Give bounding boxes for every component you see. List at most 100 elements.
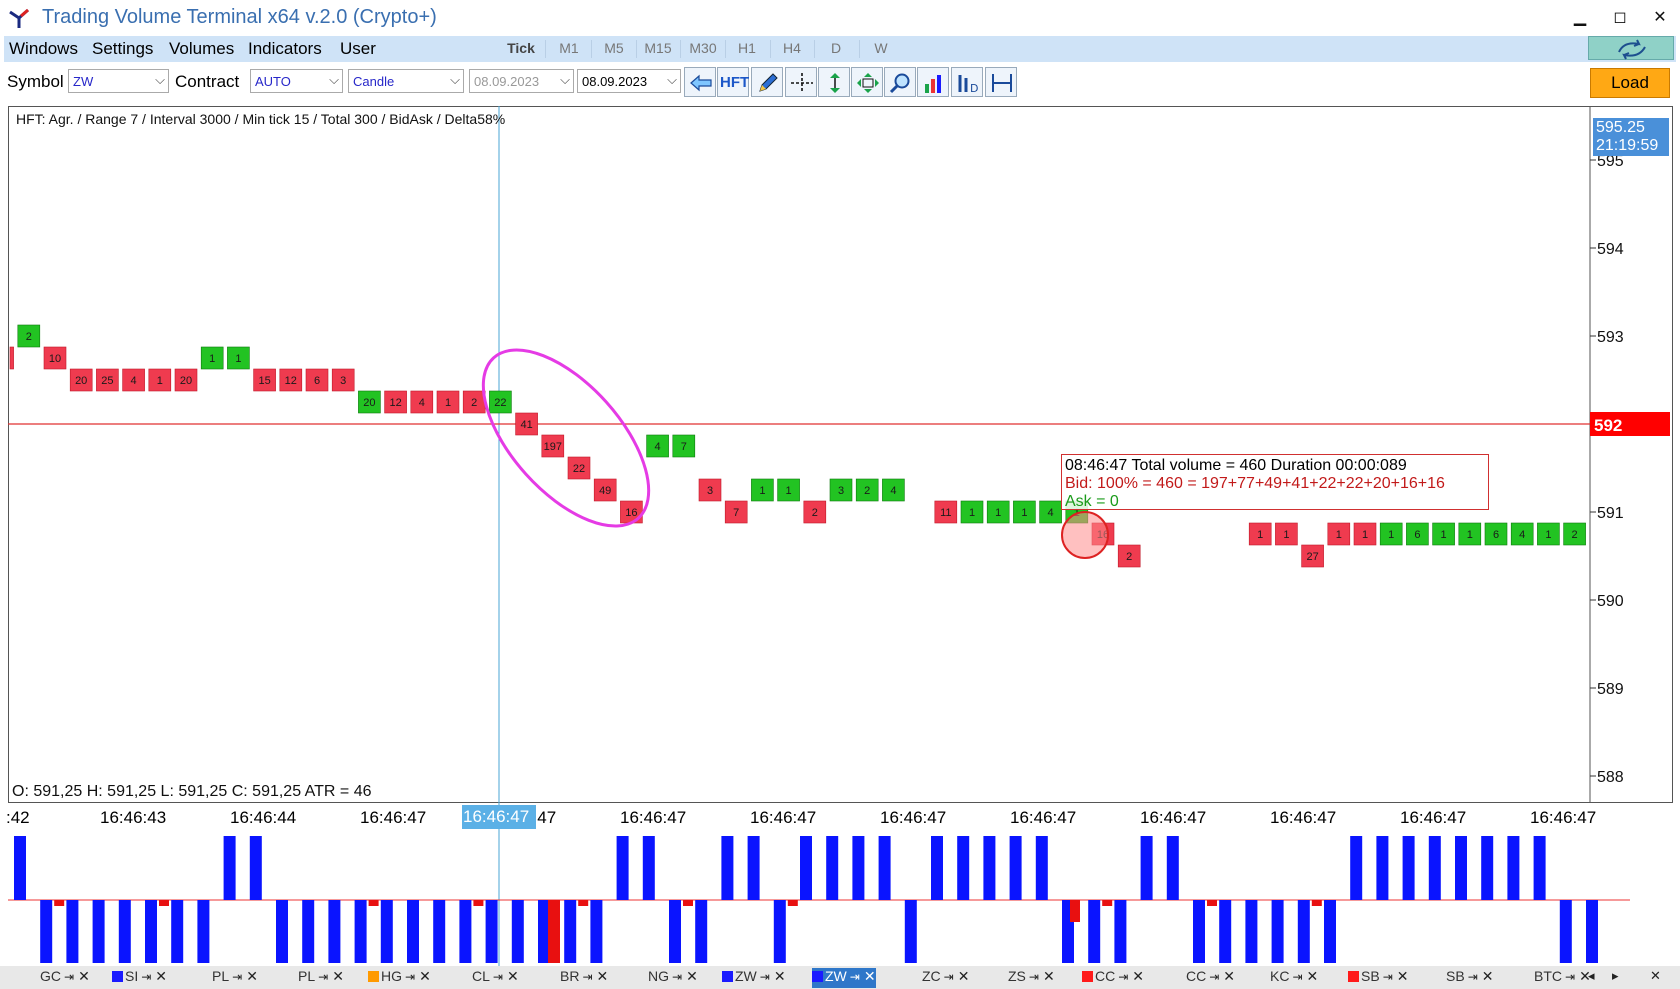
cell-volume-label: 6 [314,375,320,387]
close-icon[interactable]: ✕ [774,968,786,984]
cell-volume-label: 3 [838,485,844,497]
symbol-tab[interactable]: CC ⇥ ✕ [1082,968,1144,988]
delta-positive-bar [721,836,734,900]
symbol-tab[interactable]: ZC ⇥ ✕ [922,968,969,988]
pin-icon[interactable]: ⇥ [1292,970,1302,984]
cell-volume-label: 1 [157,375,163,387]
close-icon[interactable]: ✕ [507,968,519,984]
close-icon[interactable]: ✕ [332,968,344,984]
symbol-tab[interactable]: SI ⇥ ✕ [112,968,167,988]
pin-icon[interactable]: ⇥ [318,970,328,984]
close-icon[interactable]: ✕ [1307,968,1319,984]
delta-red-segment [159,900,169,906]
close-icon[interactable]: ✕ [1223,968,1235,984]
cell-volume-label: 2 [812,507,818,519]
tab-label: PL [298,968,316,984]
tab-scroll-left-icon[interactable]: ◂ [1588,968,1595,984]
close-icon[interactable]: ✕ [419,968,431,984]
symbol-tab[interactable]: SB ⇥ ✕ [1348,968,1408,988]
cell-volume-label: 1 [1283,529,1289,541]
cell-volume-label: 2 [1572,529,1578,541]
sell-volume-cell[interactable] [9,346,14,370]
pin-icon[interactable]: ⇥ [64,970,74,984]
current-time: 21:19:59 [1596,137,1659,154]
cell-volume-label: 1 [1021,507,1027,519]
close-all-icon[interactable]: ✕ [1650,968,1661,984]
delta-positive-bar [1009,836,1022,900]
pin-icon[interactable]: ⇥ [1383,970,1393,984]
cell-volume-label: 4 [419,397,425,409]
close-icon[interactable]: ✕ [78,968,90,984]
symbol-tab[interactable]: SB ⇥ ✕ [1446,968,1493,988]
cell-volume-label: 2 [26,331,32,343]
tab-label: CC [1095,968,1116,984]
tab-scroll-right-icon[interactable]: ▸ [1612,968,1619,984]
pin-icon[interactable]: ⇥ [1029,970,1039,984]
delta-negative-bar [1324,900,1336,963]
close-icon[interactable]: ✕ [686,968,698,984]
delta-positive-bar [852,836,865,900]
price-tick-label: 589 [1597,681,1624,698]
close-icon[interactable]: ✕ [246,968,258,984]
pin-icon[interactable]: ⇥ [672,970,682,984]
pin-icon[interactable]: ⇥ [582,970,592,984]
delta-positive-bar [1376,836,1389,900]
pin-icon[interactable]: ⇥ [944,970,954,984]
pin-icon[interactable]: ⇥ [232,970,242,984]
close-icon[interactable]: ✕ [1482,968,1494,984]
pin-icon[interactable]: ⇥ [493,970,503,984]
cell-volume-label: 10 [49,353,61,365]
pin-icon[interactable]: ⇥ [1209,970,1219,984]
symbol-tab[interactable]: PL ⇥ ✕ [298,968,344,988]
pin-icon[interactable]: ⇥ [850,970,860,984]
close-icon[interactable]: ✕ [155,968,167,984]
delta-negative-bar [511,900,524,963]
ohlc-readout: O: 591,25 H: 591,25 L: 591,25 C: 591,25 … [12,783,372,800]
cell-volume-label: 4 [131,375,137,387]
cell-volume-label: 16 [625,507,637,519]
close-icon[interactable]: ✕ [1132,968,1144,984]
delta-negative-bar [1297,900,1310,963]
symbol-tab[interactable]: GC ⇥ ✕ [40,968,90,988]
price-tick-label: 594 [1597,241,1624,258]
delta-negative-bar [669,900,681,963]
symbol-tab[interactable]: ZS ⇥ ✕ [1008,968,1055,988]
symbol-tab[interactable]: HG ⇥ ✕ [368,968,431,988]
pin-icon[interactable]: ⇥ [760,970,770,984]
symbol-tab[interactable]: CC ⇥ ✕ [1186,968,1235,988]
symbol-tab[interactable]: PL ⇥ ✕ [212,968,258,988]
delta-negative-bar [118,900,131,963]
pin-icon[interactable]: ⇥ [1118,970,1128,984]
current-price-box: 595.25 21:19:59 [1593,118,1669,156]
cell-volume-label: 197 [544,441,562,453]
delta-negative-bar [1193,900,1205,963]
pin-icon[interactable]: ⇥ [141,970,151,984]
symbol-tab[interactable]: BR ⇥ ✕ [560,968,608,988]
delta-negative-bar [380,900,393,963]
symbol-tab[interactable]: CL ⇥ ✕ [472,968,519,988]
delta-positive-bar [878,836,891,900]
time-axis[interactable]: :42 16:46:43 16:46:44 16:46:47 16:46:47 16:46… [0,804,1680,830]
close-icon[interactable]: ✕ [1043,968,1055,984]
tab-label: CL [472,968,490,984]
close-icon[interactable]: ✕ [597,968,609,984]
symbol-tab-bar: GC ⇥ ✕ SI ⇥ ✕ PL ⇥ ✕ PL ⇥ ✕ HG ⇥ ✕ CL ⇥ ✕ BR ⇥ ✕ NG ⇥ ✕ ZW ⇥ ✕ ZW ⇥ ✕… [0,966,1680,989]
cell-volume-label: 3 [707,485,713,497]
cell-volume-label: 1 [1467,529,1473,541]
delta-red-segment [1311,900,1322,906]
close-icon[interactable]: ✕ [1397,968,1409,984]
close-icon[interactable]: ✕ [864,968,876,984]
time-tick-label: 16:46:47 [750,808,817,827]
symbol-tab[interactable]: KC ⇥ ✕ [1270,968,1318,988]
close-icon[interactable]: ✕ [958,968,970,984]
symbol-tab[interactable]: BTC ⇥ ✕ [1534,968,1591,988]
bar-tooltip: 08:46:47 Total volume = 460 Duration 00:… [1061,454,1489,510]
cell-volume-label: 20 [75,375,87,387]
pin-icon[interactable]: ⇥ [1468,970,1478,984]
symbol-tab[interactable]: ZW ⇥ ✕ [722,968,786,988]
symbol-tab[interactable]: ZW ⇥ ✕ [812,968,876,988]
symbol-tab[interactable]: NG ⇥ ✕ [648,968,698,988]
pin-icon[interactable]: ⇥ [1565,970,1575,984]
pin-icon[interactable]: ⇥ [405,970,415,984]
price-tick-label: 588 [1597,769,1624,786]
